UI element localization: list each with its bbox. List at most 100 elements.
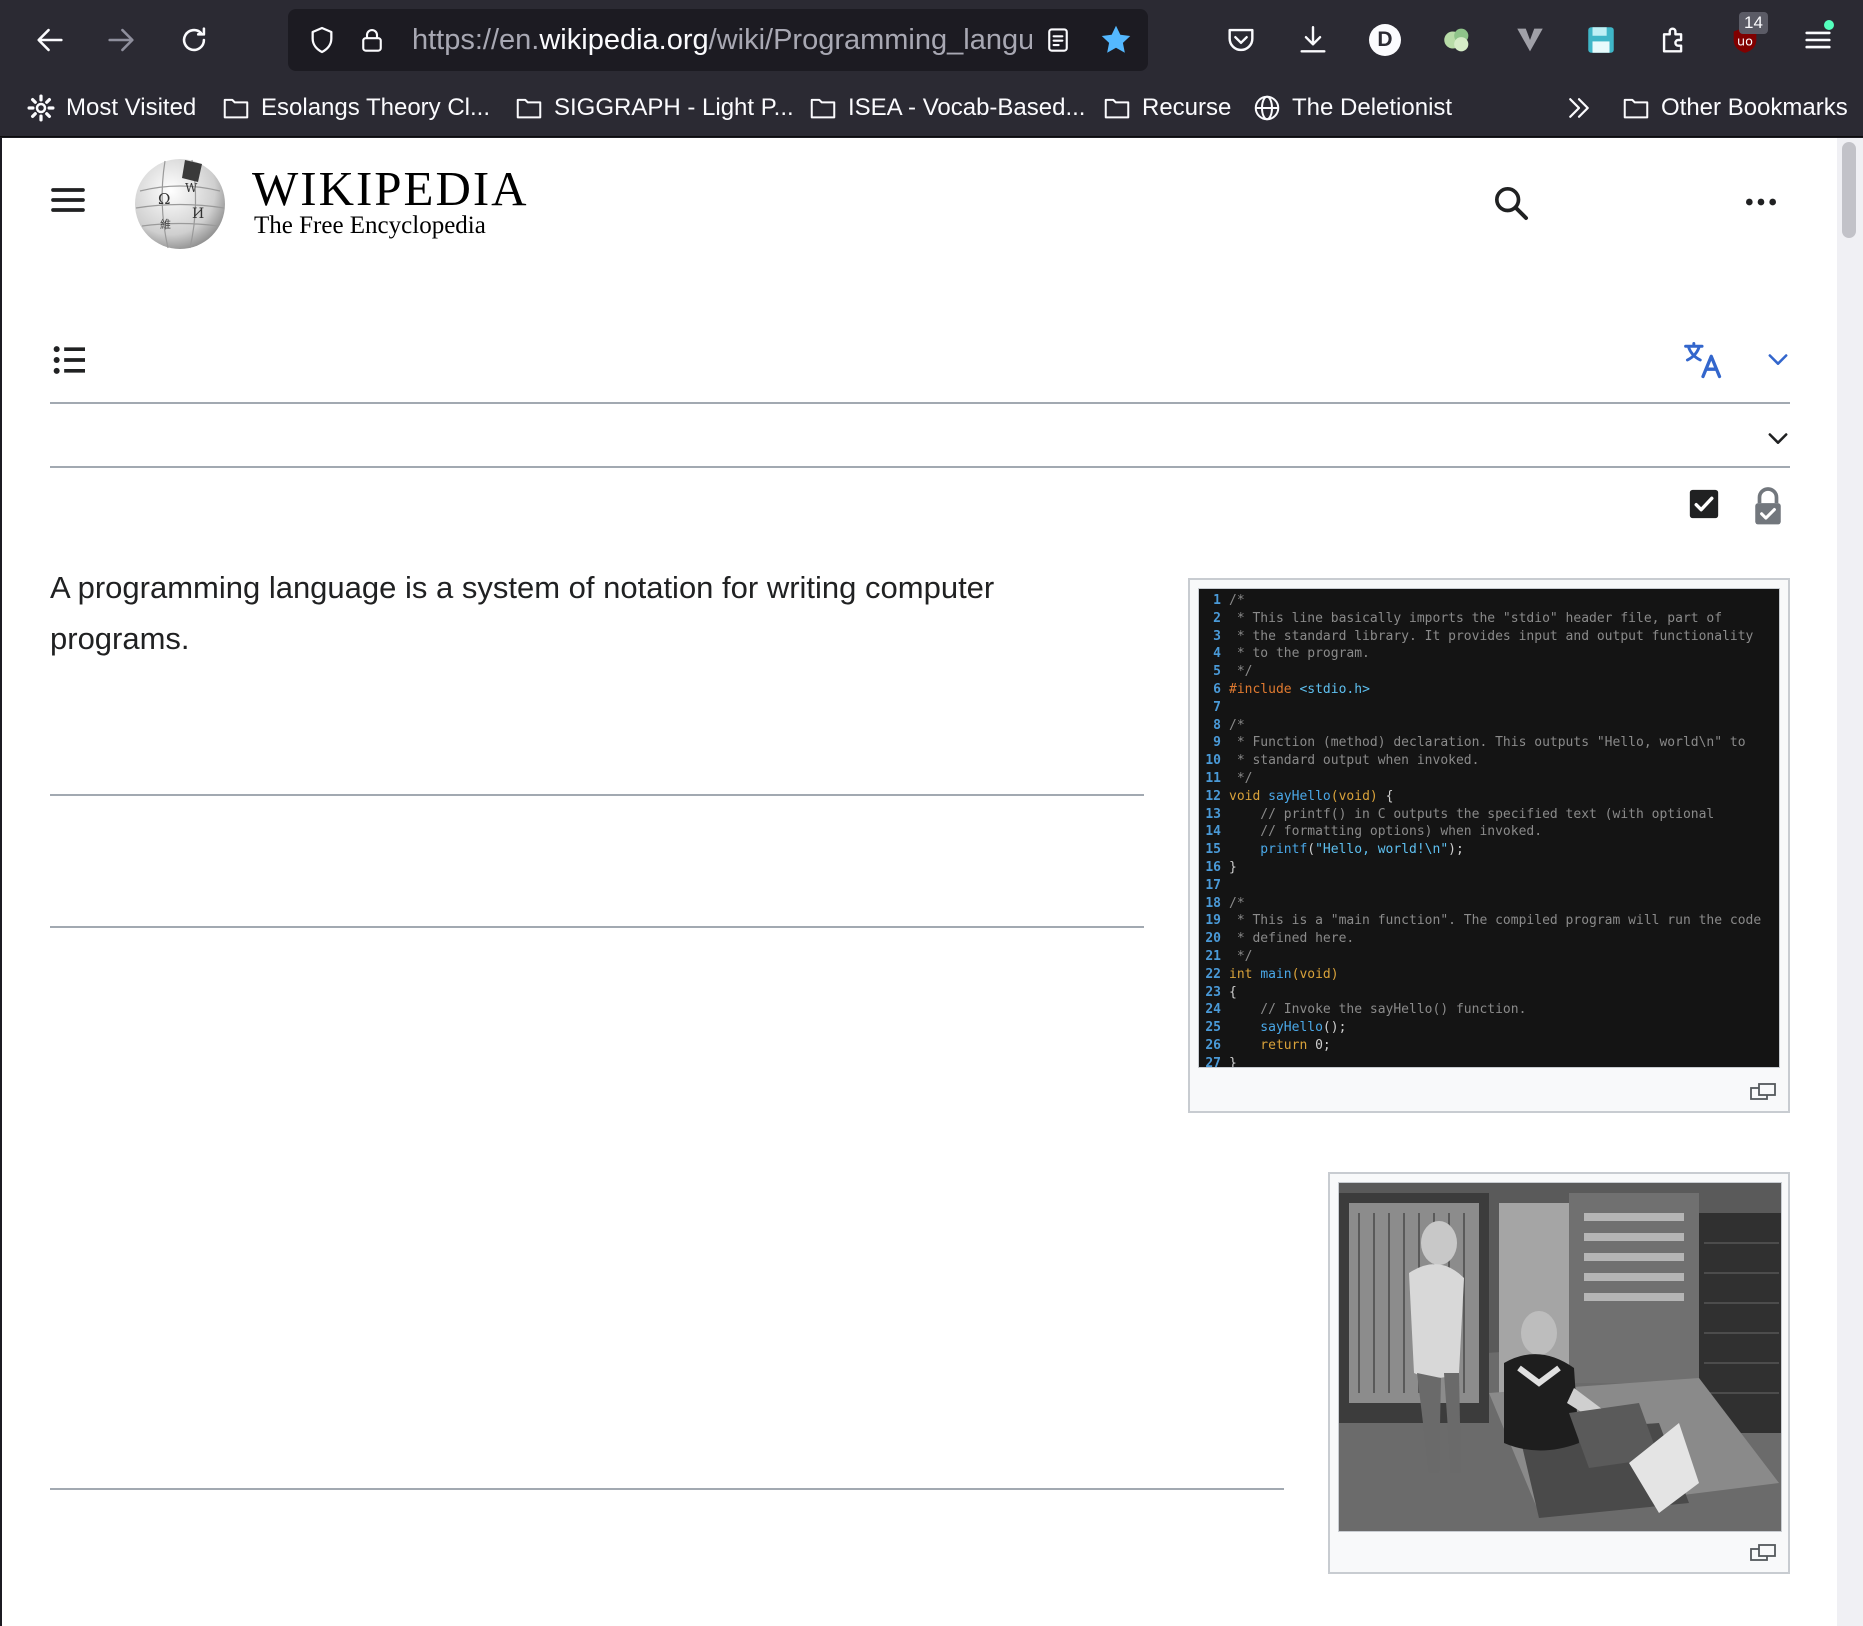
line-number: 11 — [1205, 770, 1221, 786]
enlarge-icon[interactable] — [1750, 1544, 1776, 1562]
ublock-button[interactable]: uo 14 — [1721, 12, 1769, 64]
code-text: * This line basically imports the "stdio… — [1229, 610, 1723, 626]
bookmark-siggraph[interactable]: SIGGRAPH - Light P... — [514, 88, 794, 128]
bookmark-most-visited[interactable]: Most Visited — [26, 88, 196, 128]
bookmarks-overflow-button[interactable] — [1564, 88, 1594, 128]
downloads-button[interactable] — [1289, 16, 1337, 64]
bookmark-label: Other Bookmarks — [1661, 94, 1848, 121]
main-menu-button[interactable] — [46, 180, 90, 220]
forward-button[interactable] — [97, 16, 145, 64]
extension-cluster-button[interactable] — [1433, 16, 1481, 64]
vimium-extension-button[interactable] — [1506, 16, 1554, 64]
bookmark-other-bookmarks[interactable]: Other Bookmarks — [1621, 88, 1848, 128]
line-number: 7 — [1213, 699, 1221, 715]
code-line: 19 * This is a "main function". The comp… — [1199, 912, 1779, 930]
bookmark-label: SIGGRAPH - Light P... — [554, 94, 794, 121]
save-extension-button[interactable] — [1577, 16, 1625, 64]
code-text: */ — [1229, 948, 1253, 964]
line-number: 13 — [1205, 806, 1221, 822]
extensions-button[interactable] — [1650, 16, 1698, 64]
code-text: sayHello(); — [1229, 1020, 1347, 1036]
ublock-count: 14 — [1744, 13, 1763, 32]
bookmark-star-icon[interactable] — [1094, 18, 1138, 62]
checkbox-icon[interactable] — [1686, 484, 1722, 524]
lock-icon[interactable] — [352, 20, 392, 60]
lead-paragraph: A programming language is a system of no… — [50, 570, 995, 656]
svg-text:uo: uo — [1737, 35, 1753, 50]
code-line: 18 /* — [1199, 895, 1779, 913]
enlarge-icon[interactable] — [1750, 1083, 1776, 1101]
line-number: 5 — [1213, 664, 1221, 680]
code-line: 23 { — [1199, 984, 1779, 1002]
line-number: 15 — [1205, 842, 1221, 858]
app-menu-button[interactable] — [1794, 16, 1842, 64]
code-line: 24 // Invoke the sayHello() function. — [1199, 1001, 1779, 1019]
gear-icon — [27, 94, 55, 122]
wikipedia-page: Ω W И 維 WIKIPEDIA The Free Encyclopedia … — [2, 138, 1837, 1626]
bookmark-recurse[interactable]: Recurse — [1102, 88, 1231, 128]
line-number: 17 — [1205, 877, 1221, 893]
reload-button[interactable] — [170, 16, 218, 64]
floppy-save-icon — [1588, 27, 1614, 53]
table-of-contents-button[interactable] — [48, 338, 92, 382]
line-number: 21 — [1205, 948, 1221, 964]
code-line: 4 * to the program. — [1199, 645, 1779, 663]
code-line: 5 */ — [1199, 663, 1779, 681]
language-button[interactable] — [1678, 336, 1728, 384]
code-text: /* — [1229, 593, 1245, 608]
arrow-right-icon — [108, 28, 134, 52]
update-dot — [1824, 20, 1834, 30]
code-text: * the standard library. It provides inpu… — [1229, 628, 1754, 644]
bookmark-label: Most Visited — [66, 94, 197, 121]
more-options-button[interactable] — [1738, 182, 1784, 222]
arrow-left-icon — [37, 28, 63, 52]
profile-extension-button[interactable]: D — [1361, 16, 1409, 64]
code-line: 20 * defined here. — [1199, 930, 1779, 948]
line-number: 26 — [1205, 1037, 1221, 1053]
bookmark-deletionist[interactable]: The Deletionist — [1252, 88, 1452, 128]
computer-operators-photo[interactable] — [1338, 1182, 1782, 1532]
tracking-protection-shield-icon[interactable] — [302, 20, 342, 60]
code-text: // formatting options) when invoked. — [1229, 824, 1543, 840]
code-text: int main(void) — [1229, 966, 1339, 982]
code-text: * defined here. — [1229, 931, 1355, 947]
bookmark-isea[interactable]: ISEA - Vocab-Based... — [808, 88, 1085, 128]
code-text: return 0; — [1229, 1037, 1331, 1053]
code-text: // Invoke the sayHello() function. — [1229, 1002, 1527, 1018]
bookmark-esolangs[interactable]: Esolangs Theory Cl... — [221, 88, 490, 128]
scrollbar-thumb[interactable] — [1842, 142, 1856, 238]
url-path: /wiki/Programming_langu — [708, 24, 1032, 56]
line-number: 1 — [1213, 593, 1221, 608]
section-collapse-chevron-icon[interactable] — [1762, 422, 1794, 454]
line-number: 10 — [1205, 753, 1221, 769]
code-line: 1 /* — [1199, 592, 1779, 610]
line-number: 2 — [1213, 610, 1221, 626]
code-line: 14 // formatting options) when invoked. — [1199, 823, 1779, 841]
code-line: 27} — [1199, 1055, 1779, 1067]
line-number: 22 — [1205, 966, 1221, 982]
code-text: */ — [1229, 770, 1253, 786]
svg-text:W: W — [185, 181, 198, 195]
address-bar[interactable]: https://en.wikipedia.org/wiki/Programmin… — [288, 9, 1148, 71]
code-line: 11 */ — [1199, 770, 1779, 788]
pocket-button[interactable] — [1217, 16, 1265, 64]
line-number: 14 — [1205, 824, 1221, 840]
protected-lock-icon[interactable] — [1750, 484, 1786, 528]
reader-view-icon[interactable] — [1038, 20, 1078, 60]
bookmark-label: Esolangs Theory Cl... — [261, 94, 490, 121]
header-divider — [50, 402, 1790, 404]
code-line: 17 — [1199, 877, 1779, 895]
line-number: 6 — [1213, 681, 1221, 697]
hamburger-menu-icon — [51, 188, 85, 212]
bookmarks-toolbar: Most Visited Esolangs Theory Cl... SIGGR… — [0, 80, 1863, 137]
search-icon — [1495, 187, 1528, 220]
url-text[interactable]: https://en.wikipedia.org/wiki/Programmin… — [412, 9, 1032, 71]
page-scrollbar[interactable] — [1837, 138, 1863, 1626]
language-dropdown-chevron-icon[interactable] — [1762, 343, 1794, 375]
search-button[interactable] — [1488, 180, 1534, 226]
code-line: 15 printf("Hello, world!\n"); — [1199, 841, 1779, 859]
back-button[interactable] — [26, 16, 74, 64]
code-text: #include <stdio.h> — [1229, 681, 1370, 697]
line-number: 20 — [1205, 931, 1221, 947]
c-code-image[interactable]: 1 /* 2 * This line basically imports the "… — [1198, 588, 1780, 1068]
